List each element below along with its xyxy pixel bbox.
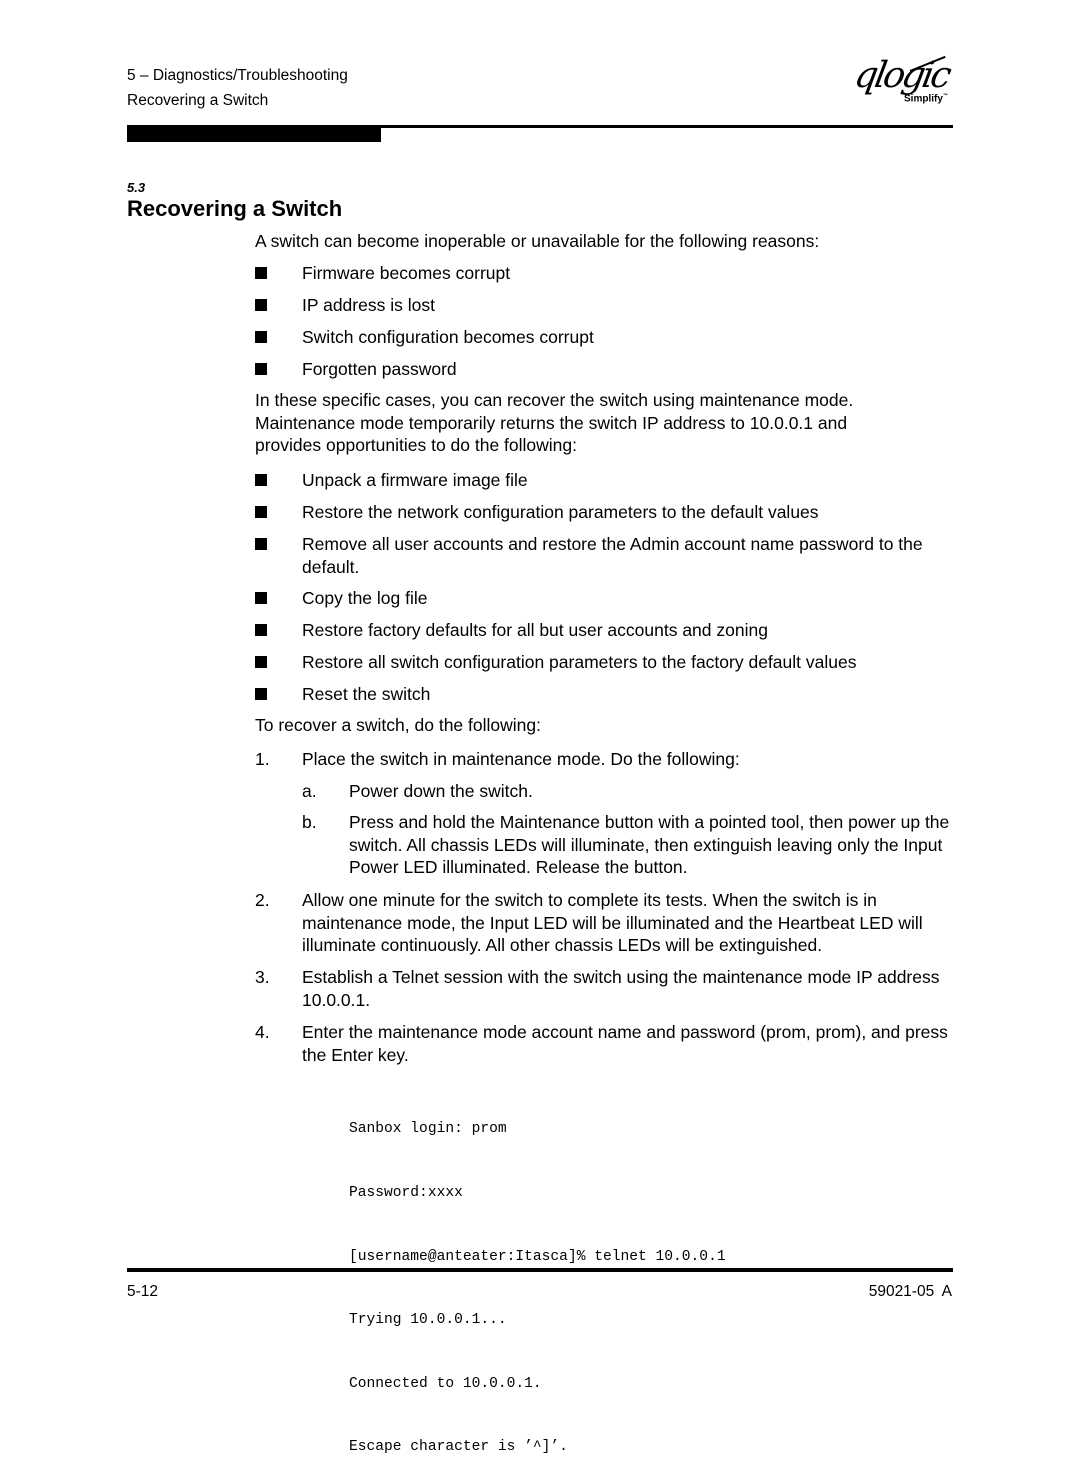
code-line: Trying 10.0.0.1... — [349, 1312, 507, 1329]
step-text: Establish a Telnet session with the swit… — [302, 967, 940, 1010]
reason-text: IP address is lost — [302, 295, 435, 315]
bullet-square-icon — [255, 474, 267, 486]
bullet-square-icon — [255, 592, 267, 604]
bullet-square-icon — [255, 656, 267, 668]
step-text: Allow one minute for the switch to compl… — [302, 890, 923, 955]
reason-text: Forgotten password — [302, 359, 457, 379]
bullet-square-icon — [255, 506, 267, 518]
step-number: 3. — [255, 967, 270, 987]
bullet-square-icon — [255, 624, 267, 636]
opportunity-text: Reset the switch — [302, 684, 431, 704]
bullet-square-icon — [255, 299, 267, 311]
reason-text: Switch configuration becomes corrupt — [302, 327, 594, 347]
section-number: 5.3 — [127, 180, 146, 195]
section-title: Recovering a Switch — [127, 196, 343, 221]
code-line: Password:xxxx — [349, 1185, 463, 1201]
page-number: 5-12 — [127, 1283, 159, 1300]
substep-text: Power down the switch. — [349, 781, 533, 801]
bullet-square-icon — [255, 538, 267, 550]
opportunity-text: Copy the log file — [302, 588, 428, 608]
step-text: Place the switch in maintenance mode. Do… — [302, 749, 740, 769]
paragraph-line: Maintenance mode temporarily returns the… — [255, 412, 848, 433]
opportunity-text: Restore the network configuration parame… — [302, 502, 819, 522]
opportunity-text: Restore factory defaults for all but use… — [302, 620, 768, 640]
header-chapter: 5 – Diagnostics/Troubleshooting — [127, 67, 348, 84]
document-id: 59021-05 A — [868, 1283, 952, 1300]
intro-paragraph: A switch can become inoperable or unavai… — [255, 231, 820, 251]
reason-text: Firmware becomes corrupt — [302, 263, 511, 283]
procedure-intro: To recover a switch, do the following: — [255, 715, 541, 735]
bullet-square-icon — [255, 363, 267, 375]
maintenance-paragraph: In these specific cases, you can recover… — [255, 389, 955, 457]
substep-text: Press and hold the Maintenance button wi… — [349, 812, 950, 877]
code-line: Sanbox login: prom — [349, 1121, 507, 1138]
step-number: 1. — [255, 749, 270, 769]
paragraph-line: In these specific cases, you can recover… — [255, 390, 854, 410]
step-number: 2. — [255, 890, 270, 910]
telnet-code-block: Sanbox login: prom Password:xxxx [userna… — [349, 1077, 726, 1480]
paragraph-line: provides opportunities to do the followi… — [255, 435, 578, 455]
qlogic-logo: qlogic Simplify™ — [851, 55, 955, 118]
bullet-square-icon — [255, 267, 267, 279]
step-text: Enter the maintenance mode account name … — [302, 1022, 948, 1065]
footer-rule — [127, 1268, 953, 1272]
code-line: [username@anteater:Itasca]% telnet 10.0.… — [349, 1248, 726, 1265]
logo-tagline-text: Simplify — [904, 93, 943, 105]
bullet-square-icon — [255, 331, 267, 343]
header-rule-tab — [127, 125, 381, 142]
opportunity-text: Unpack a firmware image file — [302, 470, 528, 490]
substep-letter: b. — [302, 812, 317, 832]
trademark-symbol: ™ — [942, 93, 948, 99]
code-line: Connected to 10.0.0.1. — [349, 1375, 542, 1392]
opportunity-text: Restore all switch configuration paramet… — [302, 652, 857, 672]
step-number: 4. — [255, 1022, 270, 1042]
opportunity-text: Remove all user accounts and restore the… — [302, 534, 923, 577]
header-section: Recovering a Switch — [127, 92, 269, 109]
bullet-square-icon — [255, 688, 267, 700]
substep-letter: a. — [302, 781, 317, 801]
logo-tagline: Simplify™ — [904, 90, 948, 105]
code-line: Escape character is ’^]’. — [349, 1439, 568, 1456]
